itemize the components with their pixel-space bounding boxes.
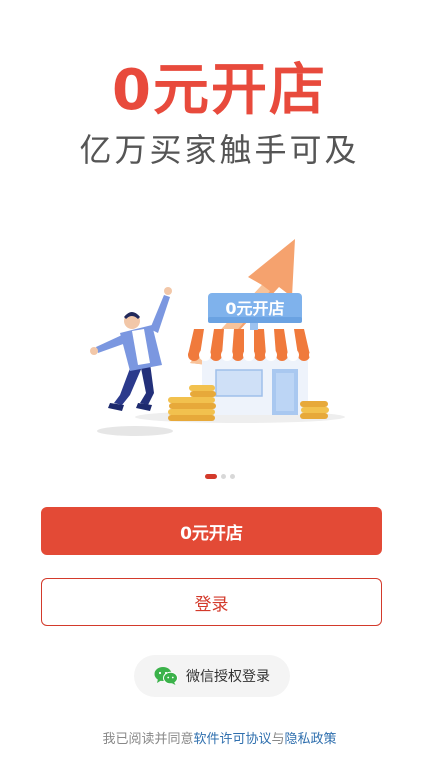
shop-illustration: 0元开店 xyxy=(90,239,345,436)
carousel-dot[interactable] xyxy=(229,474,235,479)
agreement-prefix: 我已阅读并同意 xyxy=(102,732,194,747)
coin-stack-icon xyxy=(300,401,329,419)
headline-zero: 0 xyxy=(112,58,153,123)
privacy-policy-link[interactable]: 隐私政策 xyxy=(285,732,337,747)
carousel-dot[interactable] xyxy=(204,474,217,479)
headline: 0元开店 xyxy=(0,58,439,124)
agreement-text: 我已阅读并同意软件许可协议与隐私政策 xyxy=(0,728,439,747)
coin-stack-icon xyxy=(189,385,216,421)
headline-text: 元开店 xyxy=(152,58,327,123)
open-shop-button[interactable]: 0元开店 xyxy=(41,507,382,555)
carousel-dot[interactable] xyxy=(220,474,226,479)
login-button[interactable]: 登录 xyxy=(41,578,382,626)
carousel-indicator xyxy=(0,474,439,479)
wechat-icon xyxy=(154,667,178,685)
wechat-login-label: 微信授权登录 xyxy=(186,669,270,685)
shop-window xyxy=(215,369,263,397)
software-license-link[interactable]: 软件许可协议 xyxy=(193,732,271,747)
shop-sign-text: 0元开店 xyxy=(225,299,284,318)
ground-shadow xyxy=(97,426,173,436)
jumping-person-icon xyxy=(90,287,172,411)
subtitle: 亿万买家触手可及 xyxy=(79,131,360,169)
wechat-login-button[interactable]: 微信授权登录 xyxy=(134,655,290,697)
agreement-connector: 与 xyxy=(271,732,285,747)
